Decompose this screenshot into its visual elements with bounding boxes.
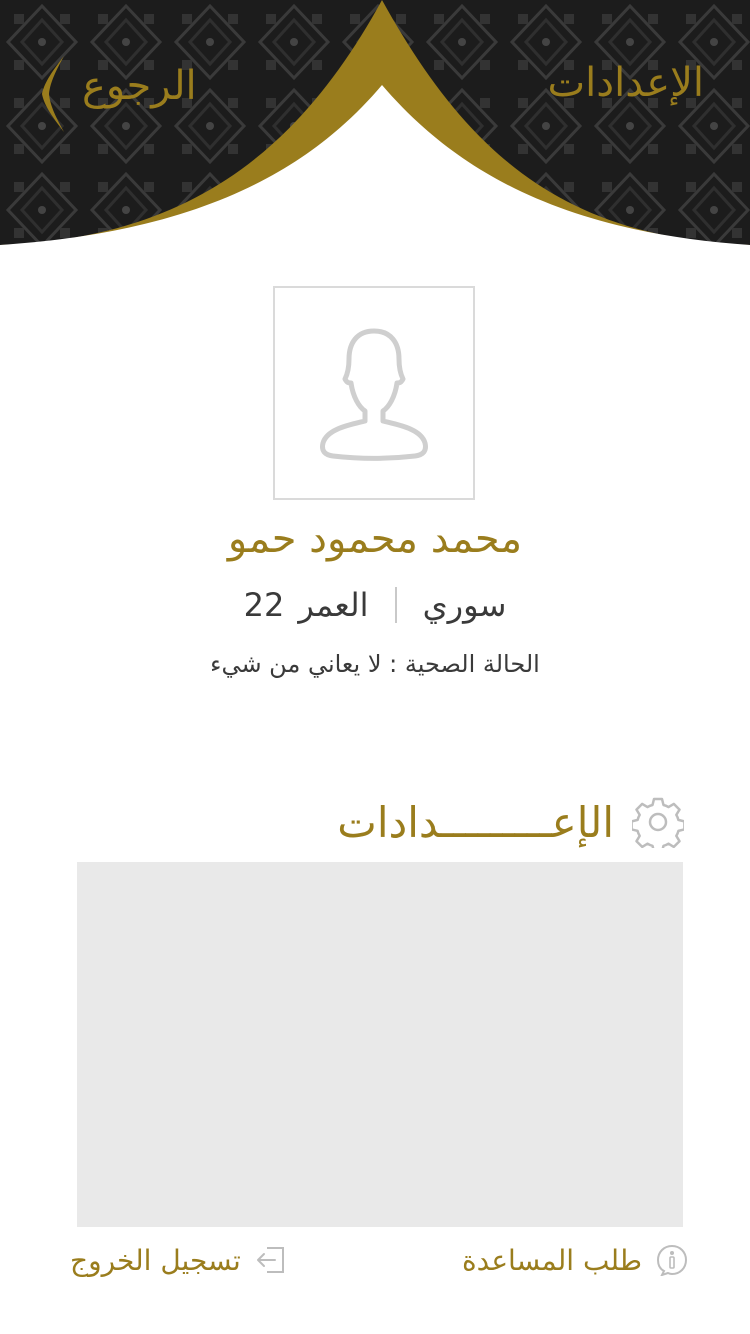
logout-button[interactable]: تسجيل الخروج: [70, 1238, 287, 1282]
back-label: الرجوع: [82, 63, 197, 109]
settings-heading: الإعـــــــــدادات: [337, 790, 684, 854]
age-label: العمر: [298, 586, 369, 624]
chevron-left-icon: [42, 56, 64, 132]
nationality: سوري: [422, 586, 507, 624]
back-button[interactable]: الرجوع: [40, 52, 197, 136]
settings-heading-label: الإعـــــــــدادات: [337, 797, 614, 847]
header: الإعدادات الرجوع: [0, 0, 750, 245]
gear-icon: [632, 797, 684, 848]
logout-label: تسجيل الخروج: [70, 1243, 241, 1277]
age: العمر 22: [244, 586, 369, 624]
help-request-label: طلب المساعدة: [461, 1243, 642, 1277]
divider: [394, 587, 397, 623]
help-request-button[interactable]: طلب المساعدة: [462, 1238, 688, 1282]
avatar[interactable]: [273, 286, 475, 500]
age-value: 22: [243, 586, 285, 624]
user-name: محمد محمود حمو: [227, 516, 523, 562]
user-info-line: سوري العمر 22: [0, 586, 750, 624]
info-bubble-icon: [656, 1244, 688, 1276]
logout-icon: [256, 1247, 284, 1273]
health-status: الحالة الصحية : لا يعاني من شيء: [210, 650, 540, 678]
person-silhouette-icon: [320, 328, 428, 461]
header-title: الإعدادات: [547, 60, 704, 106]
settings-panel: [77, 862, 683, 1227]
